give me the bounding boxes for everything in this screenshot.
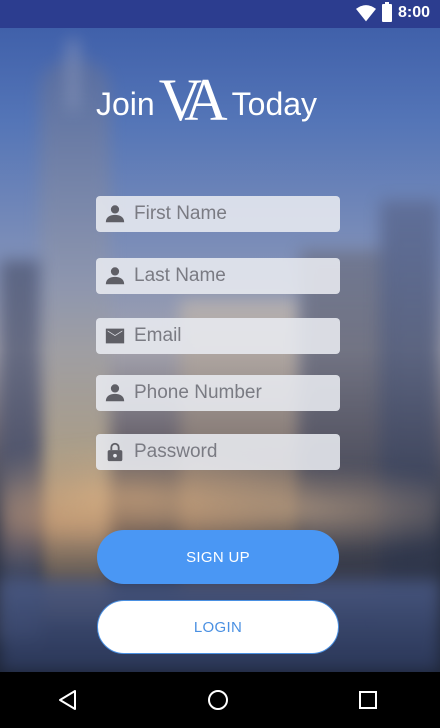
login-button[interactable]: LOGIN: [97, 600, 339, 654]
password-input[interactable]: [134, 436, 330, 468]
first-name-input[interactable]: [134, 198, 330, 230]
email-input[interactable]: [134, 320, 330, 352]
sign-up-button[interactable]: SIGN UP: [97, 530, 339, 584]
logo-word-left: Join: [96, 86, 155, 122]
phone-input[interactable]: [134, 377, 330, 409]
last-name-input[interactable]: [134, 260, 330, 292]
android-nav-bar: [0, 672, 440, 728]
recent-square-icon[interactable]: [354, 686, 382, 714]
battery-icon: [381, 2, 392, 22]
person-icon: [104, 265, 126, 287]
first-name-field[interactable]: [96, 196, 340, 232]
home-circle-icon[interactable]: [204, 686, 232, 714]
person-icon: [104, 382, 126, 404]
status-time: 8:00: [397, 4, 430, 21]
signup-screen: 8:00 Join VA Today SIGN U: [0, 0, 440, 728]
mail-icon: [104, 325, 126, 347]
password-field[interactable]: [96, 434, 340, 470]
lock-icon: [104, 441, 126, 463]
wifi-icon: [355, 5, 376, 22]
phone-field[interactable]: [96, 375, 340, 411]
status-bar: 8:00: [0, 0, 440, 28]
logo-word-right: Today: [231, 86, 318, 122]
back-triangle-icon[interactable]: [54, 686, 82, 714]
app-logo: Join VA Today: [96, 66, 346, 130]
email-field[interactable]: [96, 318, 340, 354]
status-icons: 8:00: [355, 2, 430, 22]
logo-mark: VA: [158, 67, 228, 133]
last-name-field[interactable]: [96, 258, 340, 294]
person-icon: [104, 203, 126, 225]
background-spire: [68, 40, 78, 110]
